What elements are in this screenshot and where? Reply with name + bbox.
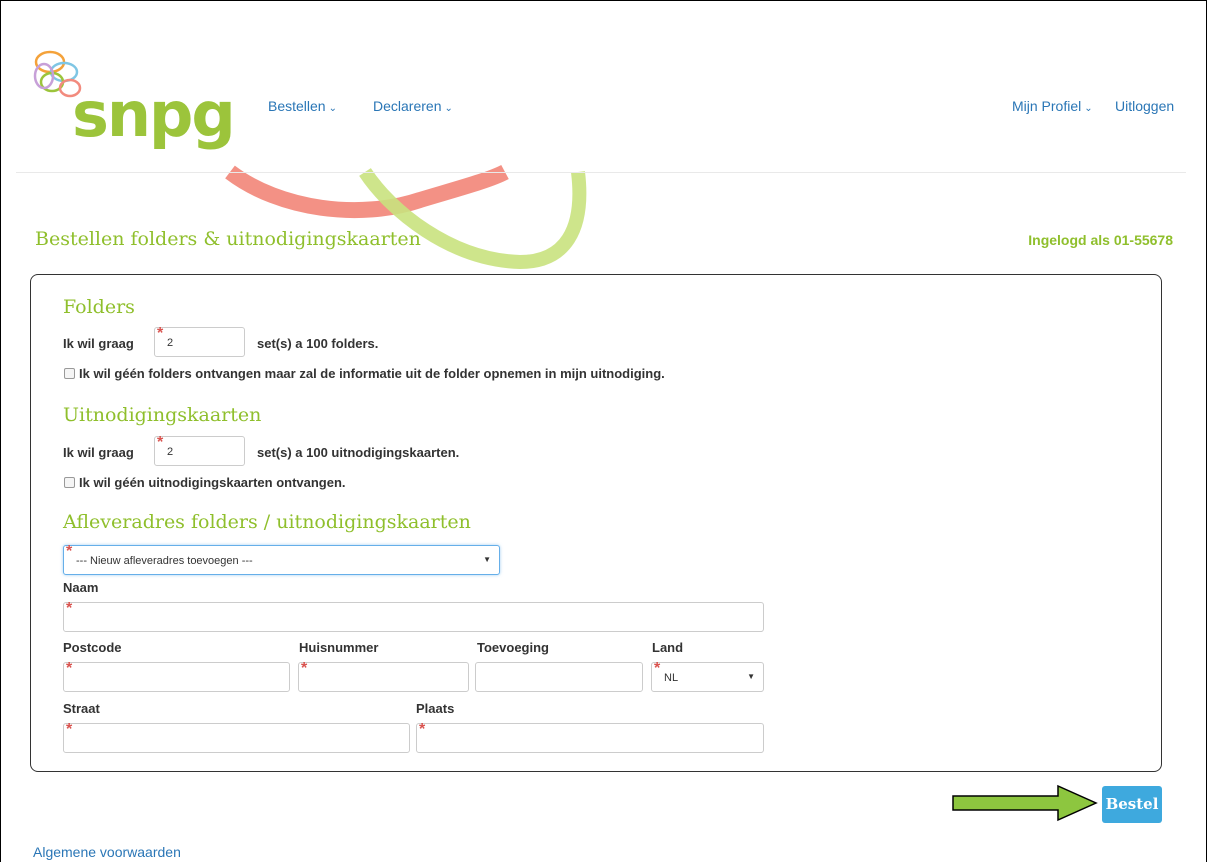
nav-mijn-profiel[interactable]: Mijn Profiel ⌄ bbox=[1012, 98, 1093, 114]
land-select[interactable]: * NL ▼ bbox=[651, 660, 764, 692]
required-marker: * bbox=[66, 721, 73, 738]
kaarten-heading: Uitnodigingskaarten bbox=[63, 404, 262, 426]
dropdown-arrow-icon: ▼ bbox=[483, 555, 491, 564]
no-kaarten-checkbox[interactable] bbox=[64, 477, 75, 488]
nav-bestellen[interactable]: Bestellen ⌄ bbox=[268, 98, 337, 114]
kaarten-quantity-value: 2 bbox=[167, 446, 174, 458]
no-folders-checkbox[interactable] bbox=[64, 368, 75, 379]
adres-heading: Afleveradres folders / uitnodigingskaart… bbox=[63, 511, 471, 533]
chevron-down-icon: ⌄ bbox=[1084, 103, 1093, 114]
folders-heading: Folders bbox=[63, 296, 135, 318]
required-marker: * bbox=[157, 325, 164, 342]
address-select[interactable]: * --- Nieuw afleveradres toevoegen --- ▼ bbox=[63, 543, 500, 575]
nav-declareren[interactable]: Declareren ⌄ bbox=[373, 98, 453, 114]
naam-label: Naam bbox=[63, 580, 99, 595]
dropdown-arrow-icon: ▼ bbox=[747, 672, 755, 681]
toevoeging-input[interactable] bbox=[475, 662, 643, 692]
algemene-voorwaarden-link[interactable]: Algemene voorwaarden bbox=[33, 844, 181, 860]
postcode-input[interactable]: * bbox=[63, 660, 290, 692]
land-label: Land bbox=[652, 640, 684, 655]
kaarten-quantity-input[interactable]: * 2 bbox=[154, 434, 245, 466]
kaarten-suffix: set(s) a 100 uitnodigingskaarten. bbox=[257, 445, 460, 460]
no-folders-label: Ik wil géén folders ontvangen maar zal d… bbox=[79, 366, 665, 381]
required-marker: * bbox=[66, 543, 73, 560]
naam-input[interactable]: * bbox=[63, 600, 764, 632]
nav-profiel-label: Mijn Profiel bbox=[1012, 98, 1082, 114]
folders-quantity-value: 2 bbox=[167, 337, 174, 349]
page-title: Bestellen folders & uitnodigingskaarten bbox=[35, 228, 421, 250]
bestel-button[interactable]: Bestel bbox=[1102, 786, 1162, 823]
folders-label: Ik wil graag bbox=[63, 336, 134, 351]
required-marker: * bbox=[157, 434, 164, 451]
nav-bestellen-label: Bestellen bbox=[268, 98, 326, 114]
header-divider bbox=[16, 172, 1186, 173]
straat-input[interactable]: * bbox=[63, 721, 410, 753]
kaarten-label: Ik wil graag bbox=[63, 445, 134, 460]
no-kaarten-label: Ik wil géén uitnodigingskaarten ontvange… bbox=[79, 475, 346, 490]
folders-quantity-input[interactable]: * 2 bbox=[154, 325, 245, 357]
straat-label: Straat bbox=[63, 701, 100, 716]
chevron-down-icon: ⌄ bbox=[328, 103, 337, 114]
required-marker: * bbox=[301, 660, 308, 677]
nav-uitloggen[interactable]: Uitloggen bbox=[1115, 98, 1174, 114]
plaats-label: Plaats bbox=[416, 701, 455, 716]
required-marker: * bbox=[66, 660, 73, 677]
required-marker: * bbox=[66, 600, 73, 617]
huisnummer-label: Huisnummer bbox=[299, 640, 379, 655]
land-select-value: NL bbox=[664, 672, 679, 684]
required-marker: * bbox=[654, 660, 661, 677]
address-select-value: --- Nieuw afleveradres toevoegen --- bbox=[76, 555, 253, 567]
folders-suffix: set(s) a 100 folders. bbox=[257, 336, 379, 351]
chevron-down-icon: ⌄ bbox=[444, 103, 453, 114]
postcode-label: Postcode bbox=[63, 640, 122, 655]
huisnummer-input[interactable]: * bbox=[298, 660, 469, 692]
brand-logo[interactable]: snpg bbox=[72, 84, 236, 146]
annotation-arrow-icon bbox=[952, 784, 1098, 822]
required-marker: * bbox=[419, 721, 426, 738]
plaats-input[interactable]: * bbox=[416, 721, 764, 753]
logged-in-status: Ingelogd als 01-55678 bbox=[1028, 232, 1173, 248]
nav-declareren-label: Declareren bbox=[373, 98, 442, 114]
toevoeging-label: Toevoeging bbox=[477, 640, 549, 655]
